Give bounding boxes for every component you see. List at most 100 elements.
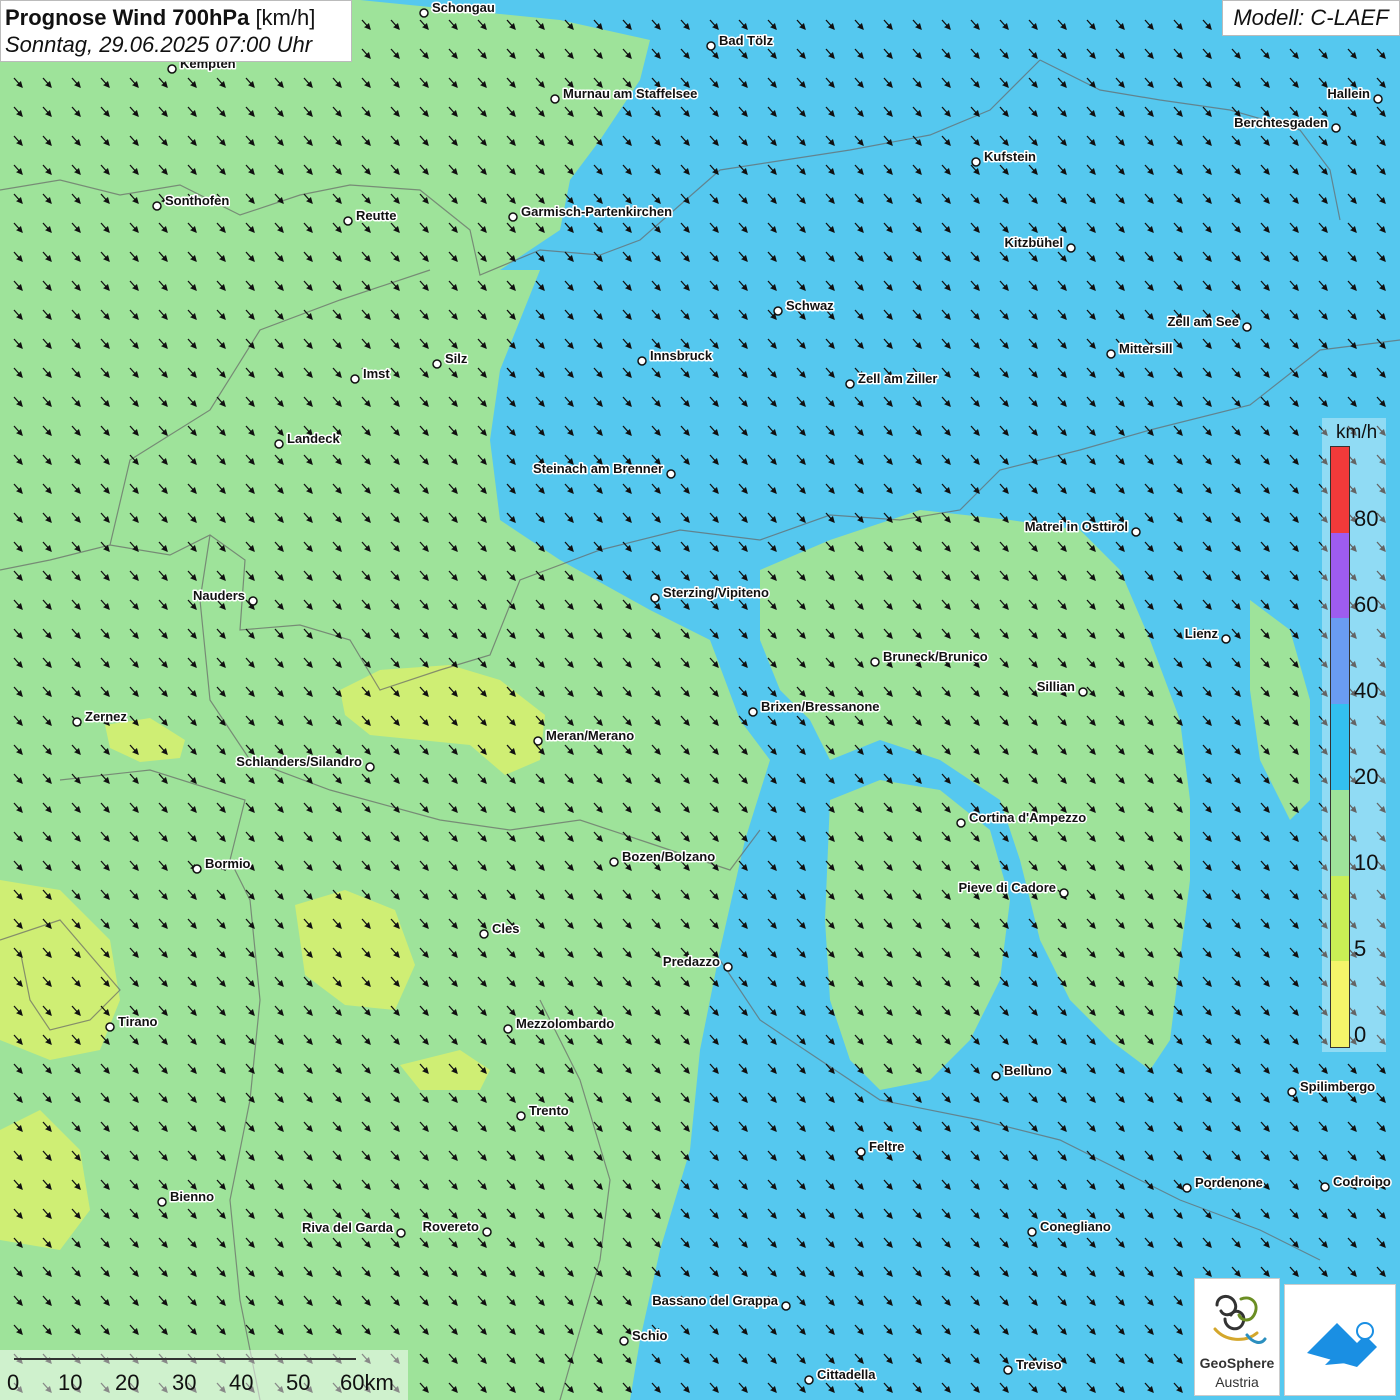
city-dot-icon: [1106, 349, 1116, 359]
city-marker[interactable]: Schlanders/Silandro: [235, 753, 375, 772]
city-dot-icon: [508, 212, 518, 222]
city-dot-icon: [991, 1071, 1001, 1081]
legend-color-bar: [1330, 446, 1350, 1048]
map-title: Prognose Wind 700hPa: [5, 5, 250, 30]
city-dot-icon: [550, 94, 560, 104]
legend-label-0: 0: [1354, 1022, 1367, 1047]
title-line: Prognose Wind 700hPa [km/h]: [5, 4, 347, 31]
city-label: Mittersill: [1119, 341, 1172, 356]
city-dot-icon: [1242, 322, 1252, 332]
city-label: Steinach am Brenner: [533, 461, 663, 476]
city-marker[interactable]: Murnau am Staffelsee: [550, 85, 699, 104]
city-label: Sillian: [1037, 679, 1075, 694]
city-label: Schwaz: [786, 298, 834, 313]
city-marker[interactable]: Brixen/Bressanone: [748, 698, 881, 717]
city-marker[interactable]: Berchtesgaden: [1233, 114, 1341, 133]
city-dot-icon: [773, 306, 783, 316]
city-dot-icon: [365, 762, 375, 772]
city-marker[interactable]: Innsbruck: [637, 347, 714, 366]
city-marker[interactable]: Sterzing/Vipiteno: [650, 584, 770, 603]
city-marker[interactable]: Spilimbergo: [1287, 1078, 1377, 1097]
legend-label-20: 20: [1354, 764, 1379, 789]
scale-label-40: 40: [229, 1370, 254, 1395]
legend-swatch: [1331, 618, 1349, 705]
city-marker[interactable]: Zell am See: [1166, 313, 1252, 332]
city-label: Codroipo: [1333, 1174, 1391, 1189]
legend-swatch: [1331, 447, 1349, 533]
city-dot-icon: [167, 64, 177, 74]
city-marker[interactable]: Pordenone: [1182, 1174, 1264, 1193]
city-dot-icon: [1182, 1183, 1192, 1193]
city-label: Bormio: [205, 856, 251, 871]
scale-line: [14, 1358, 356, 1360]
city-dot-icon: [479, 929, 489, 939]
city-dot-icon: [1373, 94, 1383, 104]
city-label: Cittadella: [817, 1367, 876, 1382]
city-marker[interactable]: Meran/Merano: [533, 727, 636, 746]
geosphere-swirl-icon: [1213, 1295, 1267, 1344]
city-label: Zell am See: [1167, 314, 1239, 329]
city-marker[interactable]: Mezzolombardo: [503, 1015, 616, 1034]
city-label: Cortina d'Ampezzo: [969, 810, 1086, 825]
city-dot-icon: [609, 857, 619, 867]
geosphere-logo-subtext: Austria: [1215, 1374, 1259, 1390]
geosphere-logo[interactable]: GeoSphere Austria: [1194, 1278, 1280, 1396]
city-marker[interactable]: Steinach am Brenner: [531, 460, 676, 479]
city-dot-icon: [781, 1301, 791, 1311]
city-dot-icon: [1320, 1182, 1330, 1192]
city-marker[interactable]: Bozen/Bolzano: [609, 848, 717, 867]
weather-app-logo[interactable]: [1284, 1284, 1396, 1396]
city-label: Innsbruck: [650, 348, 713, 363]
city-marker[interactable]: Garmisch-Partenkirchen: [508, 203, 674, 222]
city-marker[interactable]: Bruneck/Brunico: [870, 648, 989, 667]
legend-swatch: [1331, 789, 1349, 876]
city-marker[interactable]: Schongau: [419, 0, 496, 18]
city-marker[interactable]: Sonthofen: [152, 192, 231, 211]
city-dot-icon: [706, 41, 716, 51]
scale-bar: 0 10 20 30 40 50 60km: [0, 1350, 408, 1400]
city-label: Tirano: [118, 1014, 158, 1029]
city-dot-icon: [274, 439, 284, 449]
city-dot-icon: [1287, 1087, 1297, 1097]
scale-label-30: 30: [172, 1370, 197, 1395]
city-dot-icon: [419, 8, 429, 18]
city-label: Zell am Ziller: [858, 371, 937, 386]
city-marker[interactable]: Matrei in Osttirol: [1023, 518, 1141, 537]
city-dot-icon: [723, 962, 733, 972]
forecast-map[interactable]: SchongauBad TölzKemptenMurnau am Staffel…: [0, 0, 1400, 1400]
legend-label-40: 40: [1354, 678, 1379, 703]
legend-unit: km/h: [1336, 422, 1378, 443]
city-dot-icon: [1066, 243, 1076, 253]
city-marker[interactable]: Pieve di Cadore: [957, 879, 1069, 898]
city-marker[interactable]: Riva del Garda: [300, 1219, 406, 1238]
city-label: Pieve di Cadore: [958, 880, 1056, 895]
city-label: Schongau: [432, 0, 495, 15]
city-label: Bruneck/Brunico: [883, 649, 988, 664]
city-dot-icon: [192, 864, 202, 874]
city-dot-icon: [748, 707, 758, 717]
city-label: Murnau am Staffelsee: [563, 86, 697, 101]
city-label: Hallein: [1327, 86, 1370, 101]
city-marker[interactable]: Bassano del Grappa: [651, 1292, 791, 1311]
city-label: Meran/Merano: [546, 728, 634, 743]
legend-swatch: [1331, 532, 1349, 619]
city-marker[interactable]: Cortina d'Ampezzo: [956, 809, 1088, 828]
legend-label-80: 80: [1354, 506, 1379, 531]
city-label: Bad Tölz: [719, 33, 774, 48]
city-label: Feltre: [869, 1139, 904, 1154]
title-box: Prognose Wind 700hPa [km/h] Sonntag, 29.…: [0, 0, 352, 62]
city-dot-icon: [845, 379, 855, 389]
city-marker[interactable]: Zell am Ziller: [845, 370, 939, 389]
legend-swatch: [1331, 961, 1349, 1047]
city-label: Bienno: [170, 1189, 214, 1204]
legend-label-60: 60: [1354, 592, 1379, 617]
city-dot-icon: [516, 1111, 526, 1121]
city-dot-icon: [432, 359, 442, 369]
city-label: Belluno: [1004, 1063, 1052, 1078]
geosphere-logo-text: GeoSphere: [1199, 1355, 1275, 1371]
city-label: Predazzo: [663, 954, 720, 969]
city-dot-icon: [1331, 123, 1341, 133]
city-label: Mezzolombardo: [516, 1016, 614, 1031]
city-marker[interactable]: Conegliano: [1027, 1218, 1112, 1237]
city-dot-icon: [1003, 1365, 1013, 1375]
